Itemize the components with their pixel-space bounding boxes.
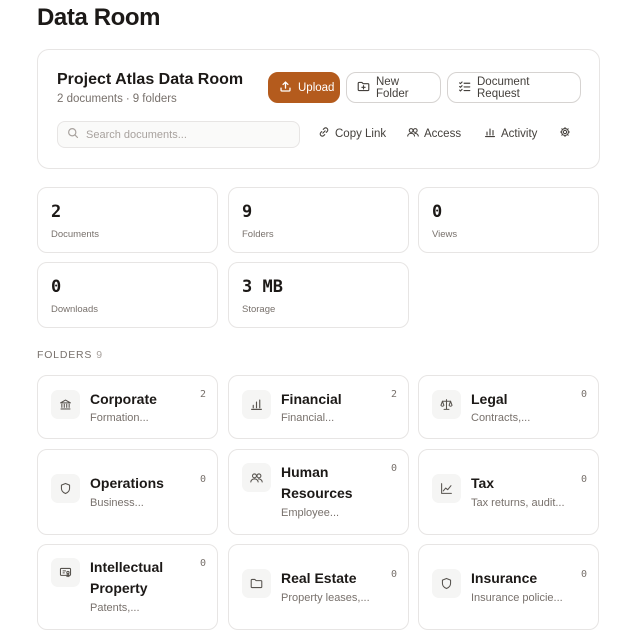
folder-card-corporate[interactable]: Corporate Formation... 2 <box>37 375 218 439</box>
folder-card-financial[interactable]: Financial Financial... 2 <box>228 375 409 439</box>
upload-label: Upload <box>298 81 335 94</box>
certificate-icon <box>51 558 80 587</box>
stat-label: Views <box>432 229 458 240</box>
search-icon <box>67 126 79 144</box>
stat-label: Folders <box>242 229 274 240</box>
stat-value: 0 <box>432 202 443 222</box>
users-icon <box>407 126 419 141</box>
stat-value: 3 MB <box>242 277 283 297</box>
shield-icon <box>432 569 461 598</box>
meta-separator: · <box>125 93 130 105</box>
activity-button[interactable]: Activity <box>484 126 537 141</box>
folder-card-tax[interactable]: Tax Tax returns, audit... 0 <box>418 449 599 535</box>
link-icon <box>318 126 330 141</box>
shield-icon <box>51 474 80 503</box>
folder-document-count: 0 <box>390 463 397 474</box>
folder-description: Business... <box>90 497 144 509</box>
data-room-header-card: Project Atlas Data Room 2 documents · 9 fo… <box>37 49 600 169</box>
data-room-meta: 2 documents · 9 folders <box>57 93 177 105</box>
folder-name: Insurance <box>471 570 538 586</box>
folder-plus-icon <box>357 80 370 96</box>
scale-icon <box>432 390 461 419</box>
access-label: Access <box>424 127 462 140</box>
folder-description: Property leases,... <box>281 592 370 604</box>
folder-description: Contracts,... <box>471 412 531 424</box>
activity-label: Activity <box>501 127 538 140</box>
folder-name: Intellectual Property <box>90 559 164 596</box>
folder-card-human-resources[interactable]: Human Resources Employee... 0 <box>228 449 409 535</box>
search-box <box>57 121 300 148</box>
folder-card-real-estate[interactable]: Real Estate Property leases,... 0 <box>228 544 409 630</box>
checklist-icon <box>458 80 471 96</box>
folder-document-count: 0 <box>580 389 587 400</box>
folder-description: Patents,... <box>90 602 140 614</box>
documents-count-text: 2 documents <box>57 93 123 105</box>
upload-button[interactable]: Upload <box>268 72 340 103</box>
folder-document-count: 0 <box>580 474 587 485</box>
folder-description: Tax returns, audit... <box>471 497 565 509</box>
stat-card-storage: 3 MB Storage <box>228 262 409 328</box>
data-room-title: Project Atlas Data Room <box>57 71 244 88</box>
folders-count: 9 <box>96 349 103 361</box>
folder-name: Operations <box>90 475 164 491</box>
folder-document-count: 2 <box>199 389 206 400</box>
folder-icon <box>242 569 271 598</box>
folder-name: Human Resources <box>281 464 353 501</box>
bar-chart-icon <box>484 126 496 141</box>
stat-value: 0 <box>51 277 62 297</box>
stat-card-folders: 9 Folders <box>228 187 409 253</box>
stat-card-documents: 2 Documents <box>37 187 218 253</box>
document-request-button[interactable]: Document Request <box>447 72 581 103</box>
upload-icon <box>279 80 292 96</box>
folders-section-label: FOLDERS 9 <box>37 349 103 361</box>
stat-value: 9 <box>242 202 253 222</box>
folder-document-count: 0 <box>580 569 587 580</box>
folder-document-count: 0 <box>390 569 397 580</box>
new-folder-button[interactable]: New Folder <box>346 72 441 103</box>
folder-description: Formation... <box>90 412 149 424</box>
folder-card-legal[interactable]: Legal Contracts,... 0 <box>418 375 599 439</box>
stat-label: Storage <box>242 304 276 315</box>
users-icon <box>242 463 271 492</box>
page-title: Data Room <box>37 4 161 31</box>
gear-icon <box>559 126 571 141</box>
stat-card-downloads: 0 Downloads <box>37 262 218 328</box>
folder-description: Financial... <box>281 412 335 424</box>
settings-button[interactable] <box>559 126 571 141</box>
folder-name: Real Estate <box>281 570 357 586</box>
folder-card-intellectual-property[interactable]: Intellectual Property Patents,... 0 <box>37 544 218 630</box>
folder-name: Legal <box>471 391 508 407</box>
folder-card-insurance[interactable]: Insurance Insurance policie... 0 <box>418 544 599 630</box>
stat-label: Documents <box>51 229 100 240</box>
line-chart-icon <box>432 474 461 503</box>
access-button[interactable]: Access <box>407 126 461 141</box>
document-request-label: Document Request <box>477 75 530 100</box>
folder-document-count: 0 <box>199 558 206 569</box>
stat-card-views: 0 Views <box>418 187 599 253</box>
folder-description: Insurance policie... <box>471 592 563 604</box>
bar-chart-icon <box>242 390 271 419</box>
copy-link-button[interactable]: Copy Link <box>318 126 386 141</box>
folder-card-operations[interactable]: Operations Business... 0 <box>37 449 218 535</box>
folder-document-count: 0 <box>199 474 206 485</box>
folders-count-text: 9 folders <box>132 93 177 105</box>
copy-link-label: Copy Link <box>335 127 387 140</box>
folder-description: Employee... <box>281 507 340 519</box>
bank-icon <box>51 390 80 419</box>
folder-name: Corporate <box>90 391 157 407</box>
folder-document-count: 2 <box>390 389 397 400</box>
stat-value: 2 <box>51 202 62 222</box>
folders-heading: FOLDERS <box>37 349 93 361</box>
folder-name: Financial <box>281 391 342 407</box>
new-folder-label: New Folder <box>376 75 409 100</box>
search-input[interactable] <box>86 128 286 141</box>
folder-name: Tax <box>471 475 495 491</box>
stat-label: Downloads <box>51 304 98 315</box>
